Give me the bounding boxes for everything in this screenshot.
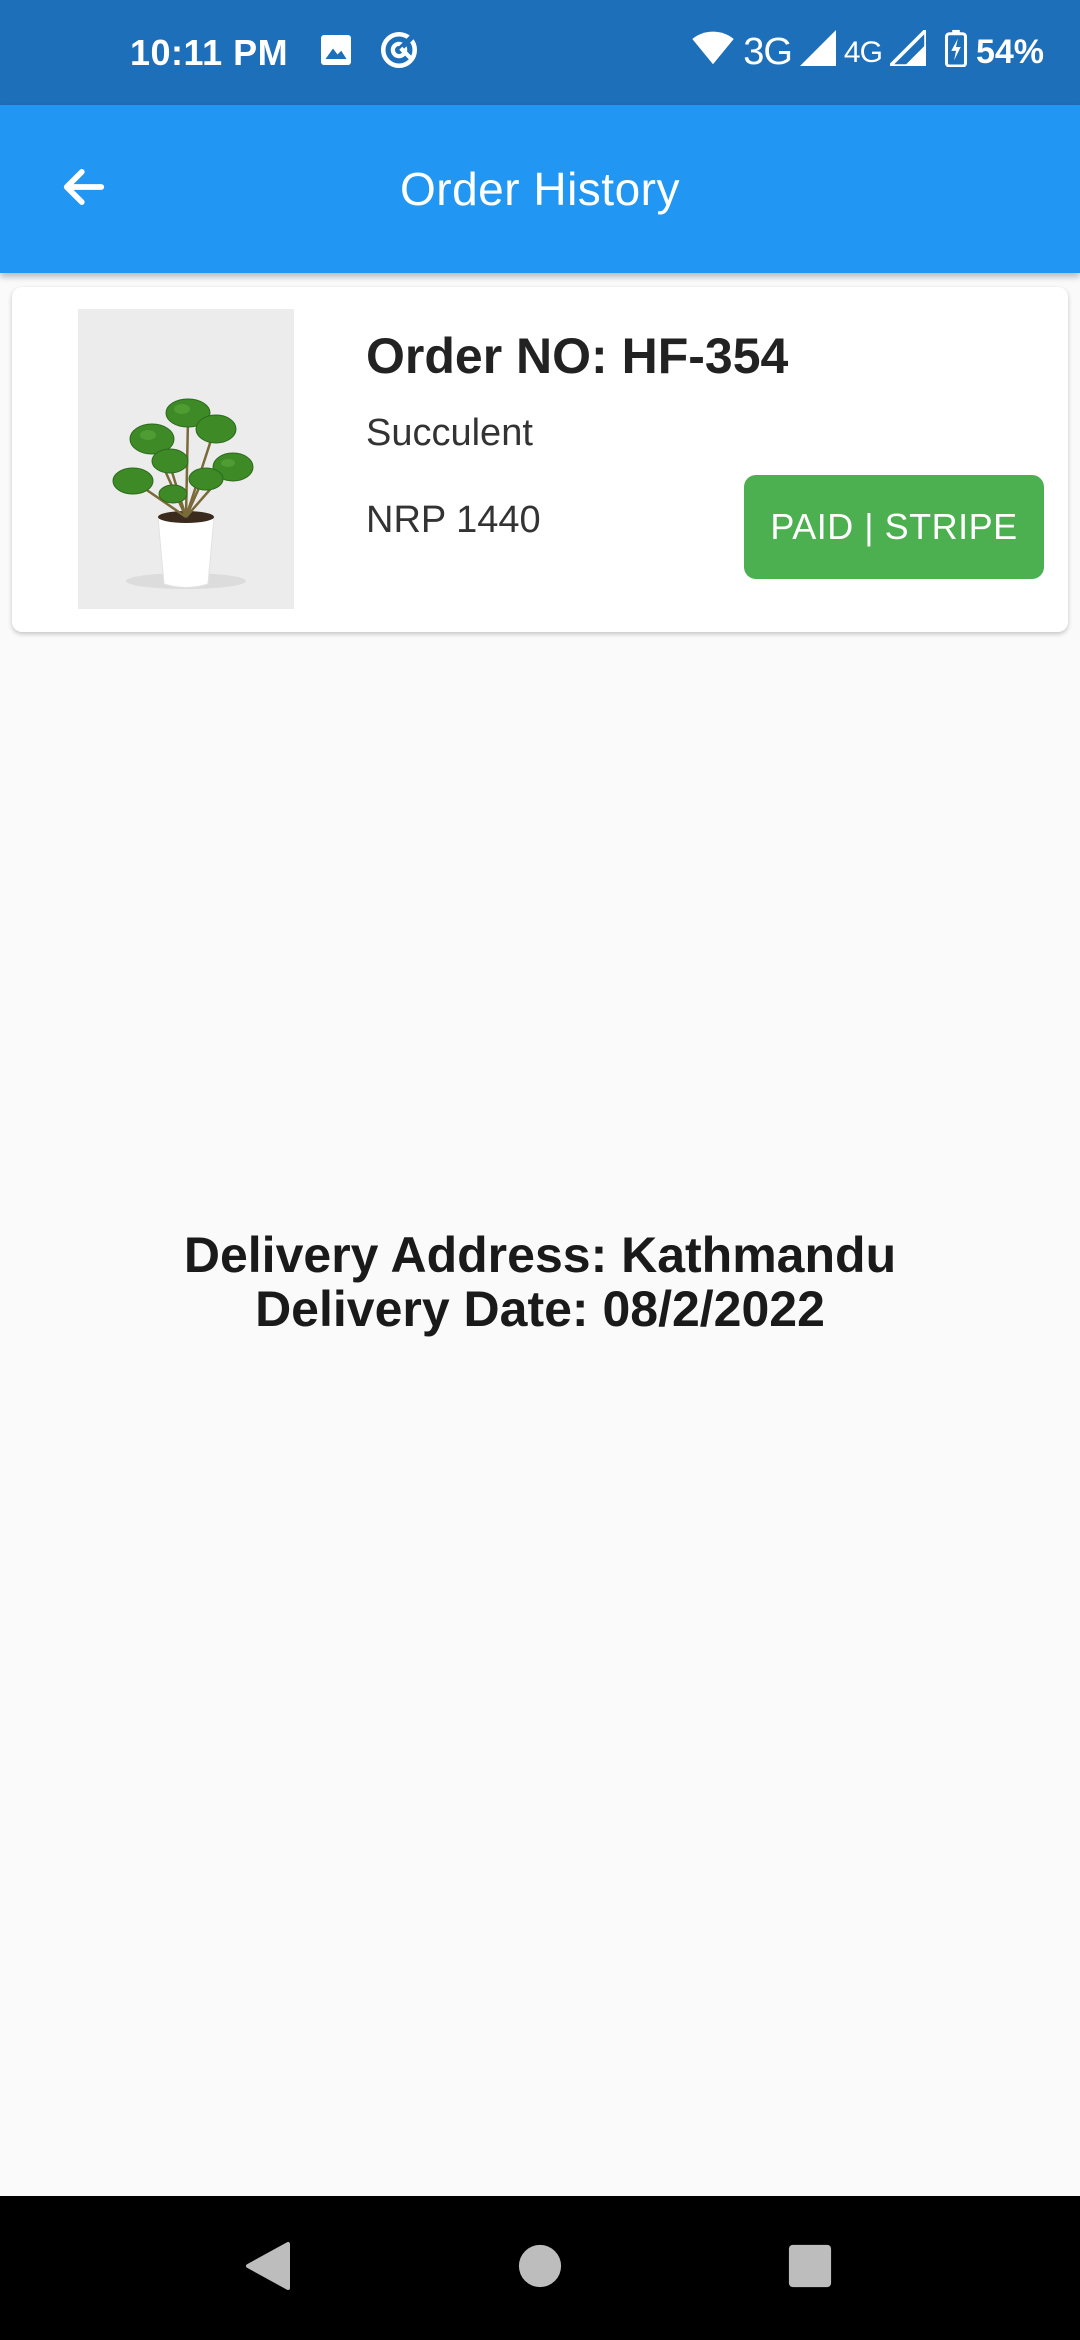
delivery-date: Delivery Date: 08/2/2022 [255, 1281, 825, 1337]
app-bar: Order History [0, 105, 1080, 273]
product-name: Succulent [366, 412, 533, 454]
status-time: 10:11 PM [130, 31, 289, 73]
nav-recents-button[interactable] [730, 2196, 890, 2340]
wifi-icon [691, 30, 735, 75]
delivery-info: Delivery Address: Kathmandu Delivery Dat… [0, 1228, 1080, 1336]
home-circle-icon [517, 2243, 563, 2294]
order-number: Order NO: HF-354 [366, 328, 789, 384]
delivery-address: Delivery Address: Kathmandu [183, 1227, 897, 1283]
nav-home-button[interactable] [460, 2196, 620, 2340]
data-saver-icon [378, 29, 420, 76]
status-left-icons [318, 0, 420, 105]
battery-charging-icon [944, 29, 968, 76]
system-nav-bar [0, 2196, 1080, 2340]
payment-status-badge: PAID | STRIPE [744, 475, 1044, 579]
order-price: NRP 1440 [366, 499, 541, 541]
recents-square-icon [787, 2243, 833, 2294]
image-icon [318, 32, 354, 73]
network-4g-label: 4G [843, 35, 883, 69]
status-right-icons: 3G 4G 54% [691, 0, 1044, 105]
status-bar: 10:11 PM 3G 4G 54% [0, 0, 1080, 105]
signal-icon [799, 30, 836, 75]
signal-icon-2 [885, 25, 928, 75]
page-title: Order History [400, 163, 680, 215]
nav-back-button[interactable] [188, 2196, 348, 2340]
arrow-back-icon [58, 161, 110, 218]
product-image [78, 309, 294, 609]
battery-percent: 54% [975, 33, 1044, 71]
back-button[interactable] [40, 145, 128, 233]
order-card[interactable]: Order NO: HF-354 Succulent NRP 1440 PAID… [12, 287, 1068, 632]
network-3g-label: 3G [743, 31, 793, 73]
back-triangle-icon [244, 2240, 292, 2297]
